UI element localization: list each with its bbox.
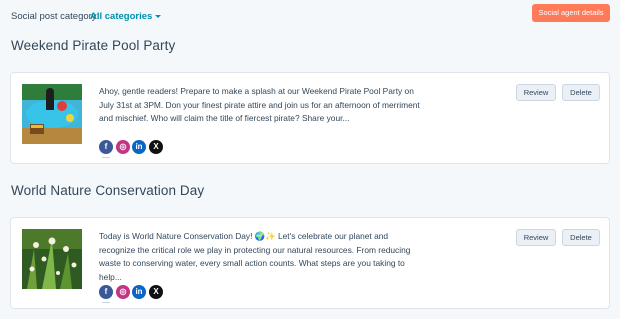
category-filter-label: Social post category: — [11, 11, 100, 22]
x-twitter-icon[interactable]: X — [149, 140, 163, 154]
selected-indicator — [102, 157, 110, 158]
linkedin-icon[interactable]: in — [132, 140, 146, 154]
linkedin-icon[interactable]: in — [132, 285, 146, 299]
review-button[interactable]: Review — [516, 84, 556, 101]
post-thumbnail-image — [22, 84, 82, 144]
post-card: Today is World Nature Conservation Day! … — [10, 217, 610, 309]
facebook-icon[interactable]: f — [99, 140, 113, 154]
social-agent-details-button[interactable]: Social agent details — [532, 4, 610, 22]
post-thumbnail-image — [22, 229, 82, 289]
caret-down-icon[interactable] — [155, 14, 162, 18]
review-button[interactable]: Review — [516, 229, 556, 246]
post-text: Ahoy, gentle readers! Prepare to make a … — [99, 86, 420, 124]
post-card: Ahoy, gentle readers! Prepare to make a … — [10, 72, 610, 164]
facebook-icon[interactable]: f — [99, 285, 113, 299]
post-text: Today is World Nature Conservation Day! … — [99, 231, 411, 282]
selected-indicator — [102, 302, 110, 303]
category-filter-dropdown[interactable]: All categories — [90, 11, 162, 22]
category-filter-value[interactable]: All categories — [90, 11, 152, 22]
instagram-icon[interactable]: ◎ — [116, 140, 130, 154]
post-title: World Nature Conservation Day — [11, 183, 205, 198]
post-title: Weekend Pirate Pool Party — [11, 38, 176, 53]
x-twitter-icon[interactable]: X — [149, 285, 163, 299]
delete-button[interactable]: Delete — [562, 229, 600, 246]
delete-button[interactable]: Delete — [562, 84, 600, 101]
top-bar: Social post category: All categories Soc… — [0, 0, 620, 32]
instagram-icon[interactable]: ◎ — [116, 285, 130, 299]
